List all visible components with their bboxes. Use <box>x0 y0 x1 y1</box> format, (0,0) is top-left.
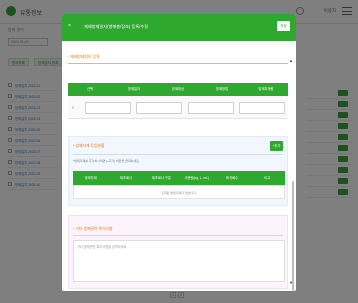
notes-textarea[interactable]: 기타 방제관련 특이사항을 입력하세요. <box>73 240 285 282</box>
control-date-input[interactable] <box>85 102 131 114</box>
divider <box>73 235 283 236</box>
material-note: *방제자재를 추가하시려면 [+추가] 버튼을 클릭하세요. <box>73 159 140 163</box>
control-amount-input[interactable] <box>239 102 285 114</box>
column-header: 방제일자 <box>127 87 141 91</box>
column-header: 선택 <box>86 87 94 91</box>
column-header: 제조회사 <box>119 176 133 180</box>
section-title-control-info: * 재배방제정보 입력 <box>68 55 100 59</box>
column-header: 방제자재 <box>84 176 97 180</box>
column-header: 비고 <box>264 176 271 180</box>
scrollbar[interactable] <box>292 181 294 291</box>
close-icon[interactable]: × <box>68 23 71 29</box>
modal-title: 재배방제일지(병해충/잡초) 등록/수정 <box>84 24 149 29</box>
modal-body: ▲ ▼ * 재배방제정보 입력 선택 방제일자 방제대상 방제방법 방제자재량 … <box>62 41 296 291</box>
section-title-materials: * 방제자재 투입현황 <box>73 144 105 148</box>
column-header: 사용량(kg, L, mL) <box>184 176 210 180</box>
column-header: 제조회사 구분 <box>151 176 171 180</box>
column-header: 방제자재량 <box>258 87 274 91</box>
table-row: 1 <box>68 97 288 119</box>
divider <box>68 63 288 64</box>
column-header: 희석배수 <box>225 176 239 180</box>
pest-control-modal: × 재배방제일지(병해충/잡초) 등록/수정 저장 ▲ ▼ * 재배방제정보 입… <box>62 14 296 291</box>
control-info-table-header: 선택 방제일자 방제대상 방제방법 방제자재량 <box>68 83 288 96</box>
chevron-down-icon[interactable]: ▼ <box>289 280 293 285</box>
material-table-header: 방제자재 제조회사 제조회사 구분 사용량(kg, L, mL) 희석배수 비고 <box>73 171 285 185</box>
control-method-input[interactable] <box>188 102 234 114</box>
chevron-up-icon[interactable]: ▲ <box>289 58 293 63</box>
column-header: 방제대상 <box>171 87 185 91</box>
row-number: 1 <box>72 106 74 110</box>
section-title-notes: * 기타 방제관련 특이사항 <box>73 227 113 231</box>
notes-section: * 기타 방제관련 특이사항 기타 방제관련 특이사항을 입력하세요. <box>68 215 288 289</box>
add-material-button[interactable]: +추가 <box>270 141 283 151</box>
empty-table-message: 조회된 방제자재가 없습니다. <box>73 185 285 199</box>
divider <box>73 154 283 155</box>
column-header: 방제방법 <box>215 87 229 91</box>
save-button[interactable]: 저장 <box>277 21 290 31</box>
material-section: * 방제자재 투입현황 +추가 *방제자재를 추가하시려면 [+추가] 버튼을 … <box>68 136 288 206</box>
modal-header: × 재배방제일지(병해충/잡초) 등록/수정 저장 <box>62 14 296 41</box>
control-target-input[interactable] <box>136 102 182 114</box>
